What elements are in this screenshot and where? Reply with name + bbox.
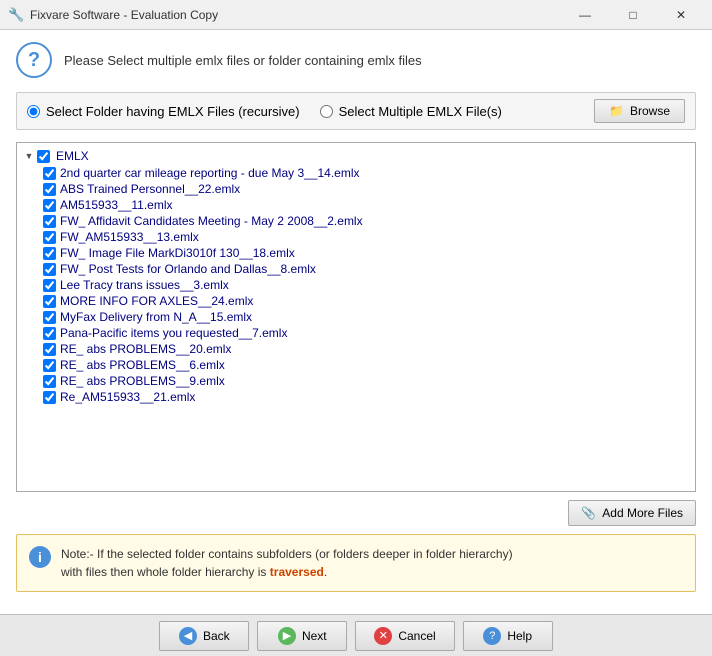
titlebar: 🔧 Fixvare Software - Evaluation Copy — □… <box>0 0 712 30</box>
tree-children: 2nd quarter car mileage reporting - due … <box>17 165 695 405</box>
bottom-bar: ◀ Back ▶ Next ✕ Cancel ? Help <box>0 614 712 656</box>
file-checkbox[interactable] <box>43 359 56 372</box>
minimize-button[interactable]: — <box>562 1 608 29</box>
file-label: FW_AM515933__13.emlx <box>60 230 199 244</box>
tree-file-item: MyFax Delivery from N_A__15.emlx <box>39 309 695 325</box>
options-row: Select Folder having EMLX Files (recursi… <box>16 92 696 130</box>
tree-file-item: RE_ abs PROBLEMS__6.emlx <box>39 357 695 373</box>
help-button[interactable]: ? Help <box>463 621 553 651</box>
cancel-label: Cancel <box>398 629 435 643</box>
back-icon: ◀ <box>179 627 197 645</box>
file-checkbox[interactable] <box>43 183 56 196</box>
tree-expander[interactable]: ▼ <box>21 148 37 164</box>
cancel-icon: ✕ <box>374 627 392 645</box>
option-folder[interactable]: Select Folder having EMLX Files (recursi… <box>27 104 300 119</box>
window-controls: — □ ✕ <box>562 1 704 29</box>
add-more-files-button[interactable]: 📎 Add More Files <box>568 500 696 526</box>
tree-file-item: Re_AM515933__21.emlx <box>39 389 695 405</box>
file-checkbox[interactable] <box>43 375 56 388</box>
add-files-label: Add More Files <box>602 506 683 520</box>
file-label: Pana-Pacific items you requested__7.emlx <box>60 326 287 340</box>
root-checkbox[interactable] <box>37 150 50 163</box>
file-checkbox[interactable] <box>43 263 56 276</box>
tree-file-item: FW_ Image File MarkDi3010f 130__18.emlx <box>39 245 695 261</box>
note-text-part2: with files then whole folder hierarchy i… <box>61 565 266 579</box>
file-label: ABS Trained Personnel__22.emlx <box>60 182 240 196</box>
maximize-button[interactable]: □ <box>610 1 656 29</box>
note-text-part3: . <box>324 565 327 579</box>
file-label: RE_ abs PROBLEMS__20.emlx <box>60 342 231 356</box>
tree-file-item: AM515933__11.emlx <box>39 197 695 213</box>
file-checkbox[interactable] <box>43 343 56 356</box>
file-label: RE_ abs PROBLEMS__6.emlx <box>60 358 225 372</box>
header-row: ? Please Select multiple emlx files or f… <box>16 42 696 78</box>
help-icon: ? <box>483 627 501 645</box>
info-icon: ? <box>16 42 52 78</box>
file-label: Lee Tracy trans issues__3.emlx <box>60 278 229 292</box>
tree-file-item: RE_ abs PROBLEMS__9.emlx <box>39 373 695 389</box>
main-content: ? Please Select multiple emlx files or f… <box>0 30 712 614</box>
file-checkbox[interactable] <box>43 215 56 228</box>
file-label: FW_ Affidavit Candidates Meeting - May 2… <box>60 214 363 228</box>
note-text: Note:- If the selected folder contains s… <box>61 545 513 581</box>
note-box: i Note:- If the selected folder contains… <box>16 534 696 592</box>
tree-file-item: FW_ Affidavit Candidates Meeting - May 2… <box>39 213 695 229</box>
file-checkbox[interactable] <box>43 295 56 308</box>
tree-file-item: ABS Trained Personnel__22.emlx <box>39 181 695 197</box>
back-label: Back <box>203 629 230 643</box>
note-icon: i <box>29 546 51 568</box>
close-button[interactable]: ✕ <box>658 1 704 29</box>
header-text: Please Select multiple emlx files or fol… <box>64 53 422 68</box>
browse-icon: 📁 <box>609 104 624 118</box>
option-multiple-label: Select Multiple EMLX File(s) <box>339 104 502 119</box>
file-checkbox[interactable] <box>43 199 56 212</box>
note-text-part1: Note:- If the selected folder contains s… <box>61 547 513 561</box>
browse-label: Browse <box>630 104 670 118</box>
next-button[interactable]: ▶ Next <box>257 621 347 651</box>
tree-root: ▼ EMLX 2nd quarter car mileage reporting… <box>17 143 695 409</box>
file-label: Re_AM515933__21.emlx <box>60 390 195 404</box>
file-checkbox[interactable] <box>43 247 56 260</box>
tree-file-item: MORE INFO FOR AXLES__24.emlx <box>39 293 695 309</box>
option-multiple[interactable]: Select Multiple EMLX File(s) <box>320 104 502 119</box>
file-tree[interactable]: ▼ EMLX 2nd quarter car mileage reporting… <box>16 142 696 492</box>
add-files-icon: 📎 <box>581 506 596 520</box>
file-checkbox[interactable] <box>43 231 56 244</box>
file-checkbox[interactable] <box>43 311 56 324</box>
tree-file-item: 2nd quarter car mileage reporting - due … <box>39 165 695 181</box>
add-files-row: 📎 Add More Files <box>16 500 696 526</box>
tree-file-item: FW_ Post Tests for Orlando and Dallas__8… <box>39 261 695 277</box>
next-icon: ▶ <box>278 627 296 645</box>
tree-root-label: EMLX <box>54 148 91 164</box>
file-checkbox[interactable] <box>43 391 56 404</box>
file-label: AM515933__11.emlx <box>60 198 173 212</box>
back-button[interactable]: ◀ Back <box>159 621 249 651</box>
tree-file-item: RE_ abs PROBLEMS__20.emlx <box>39 341 695 357</box>
file-label: RE_ abs PROBLEMS__9.emlx <box>60 374 225 388</box>
file-checkbox[interactable] <box>43 327 56 340</box>
next-label: Next <box>302 629 327 643</box>
tree-file-item: FW_AM515933__13.emlx <box>39 229 695 245</box>
titlebar-title: Fixvare Software - Evaluation Copy <box>30 8 562 22</box>
radio-multiple[interactable] <box>320 105 333 118</box>
file-label: 2nd quarter car mileage reporting - due … <box>60 166 360 180</box>
tree-file-item: Lee Tracy trans issues__3.emlx <box>39 277 695 293</box>
option-folder-label: Select Folder having EMLX Files (recursi… <box>46 104 300 119</box>
radio-folder[interactable] <box>27 105 40 118</box>
browse-button[interactable]: 📁 Browse <box>594 99 685 123</box>
help-label: Help <box>507 629 532 643</box>
tree-file-item: Pana-Pacific items you requested__7.emlx <box>39 325 695 341</box>
file-label: MORE INFO FOR AXLES__24.emlx <box>60 294 253 308</box>
tree-root-item: ▼ EMLX <box>17 147 695 165</box>
app-icon: 🔧 <box>8 7 24 23</box>
file-checkbox[interactable] <box>43 279 56 292</box>
cancel-button[interactable]: ✕ Cancel <box>355 621 454 651</box>
file-checkbox[interactable] <box>43 167 56 180</box>
file-label: FW_ Post Tests for Orlando and Dallas__8… <box>60 262 316 276</box>
file-label: FW_ Image File MarkDi3010f 130__18.emlx <box>60 246 295 260</box>
file-label: MyFax Delivery from N_A__15.emlx <box>60 310 252 324</box>
note-highlight: traversed <box>270 565 324 579</box>
